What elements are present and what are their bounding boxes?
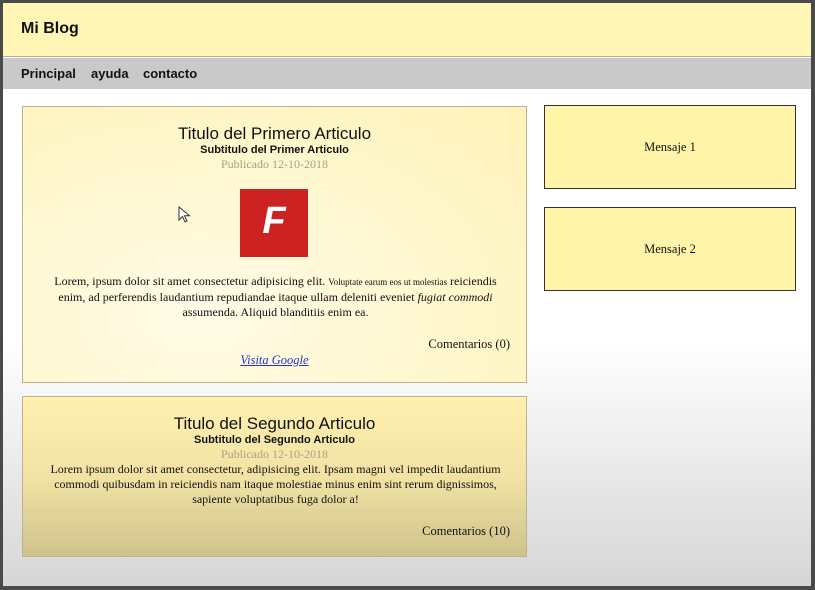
article-subtitle: Subtitulo del Segundo Articulo	[194, 434, 355, 446]
article-card-2: Titulo del Segundo Articulo Subtitulo de…	[22, 396, 527, 557]
article-subtitle: Subtitulo del Primer Articulo	[200, 144, 349, 156]
comments-link[interactable]: Comentarios (0)	[428, 337, 510, 352]
mouse-cursor-icon	[178, 206, 191, 223]
article-date: Publicado 12-10-2018	[221, 157, 328, 171]
article-title: Titulo del Segundo Articulo	[173, 414, 376, 433]
article-body-text: assumenda. Aliquid blanditiis enim ea.	[182, 305, 369, 319]
browser-viewport: Mi Blog Principal ayuda contacto Titulo …	[3, 3, 811, 586]
article-image-logo: F	[240, 189, 308, 257]
nav-link-principal[interactable]: Principal	[21, 66, 76, 81]
article-body-italic-text: fugiat commodi	[417, 290, 493, 304]
sidebar-message-1: Mensaje 1	[544, 105, 796, 189]
article-body-small-text: Voluptate earum eos ut molestias	[328, 277, 448, 287]
comments-link[interactable]: Comentarios (10)	[422, 524, 510, 539]
site-header: Mi Blog	[3, 3, 811, 57]
visit-google-link[interactable]: Visita Google	[23, 353, 526, 368]
article-card-1: Titulo del Primero Articulo Subtitulo de…	[22, 106, 527, 383]
article-date: Publicado 12-10-2018	[221, 447, 328, 461]
main-nav: Principal ayuda contacto	[3, 58, 811, 89]
site-brand[interactable]: Mi Blog	[21, 20, 79, 38]
article-body-text: Lorem, ipsum dolor sit amet consectetur …	[54, 274, 326, 288]
nav-link-ayuda[interactable]: ayuda	[91, 66, 129, 81]
sidebar-message-2: Mensaje 2	[544, 207, 796, 291]
article-body: Lorem, ipsum dolor sit amet consectetur …	[43, 274, 508, 320]
nav-link-contacto[interactable]: contacto	[143, 66, 197, 81]
article-body: Lorem ipsum dolor sit amet consectetur, …	[50, 462, 501, 506]
article-title: Titulo del Primero Articulo	[177, 124, 372, 143]
logo-letter: F	[262, 200, 286, 242]
